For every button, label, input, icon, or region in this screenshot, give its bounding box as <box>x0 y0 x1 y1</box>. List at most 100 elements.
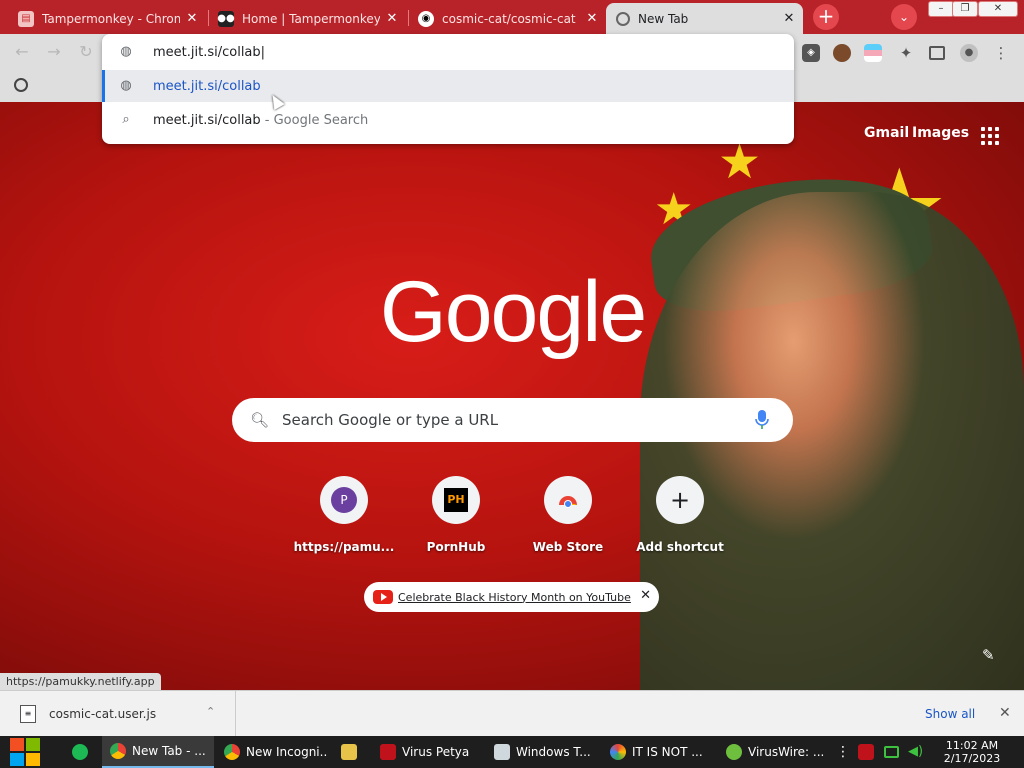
profile-avatar-icon[interactable]: ● <box>960 44 978 62</box>
shortcut-tile[interactable]: Web Store <box>512 476 624 560</box>
tab-title: Tampermonkey - Chrom <box>42 11 180 26</box>
shortcut-icon-container: + <box>656 476 704 524</box>
volume-icon[interactable]: ◀) <box>908 744 924 760</box>
tab-title: Home | Tampermonkey <box>242 11 380 26</box>
letter-p-avatar-icon: P <box>331 487 357 513</box>
globe-icon: ◍ <box>120 78 132 93</box>
search-input[interactable] <box>282 410 742 430</box>
tab-new-tab[interactable]: New Tab ✕ <box>606 3 803 34</box>
shortcut-label: PornHub <box>426 540 486 554</box>
microphone-icon[interactable] <box>754 409 770 431</box>
taskbar-item[interactable]: Virus Petya <box>372 736 482 768</box>
ntp-search-box[interactable]: 🔍︎ <box>232 398 793 442</box>
omnibox-input-row[interactable]: ◍ meet.jit.si/collab| <box>102 36 794 68</box>
download-bar-close-icon[interactable]: ✕ <box>999 705 1011 721</box>
kebab-menu-icon[interactable]: ⋮ <box>992 44 1010 62</box>
extension-avatar-icon[interactable] <box>833 44 851 62</box>
tab-title: cosmic-cat/cosmic-cat <box>442 11 576 26</box>
taskbar-item[interactable]: IT IS NOT ... <box>602 736 714 768</box>
flag-extension-icon[interactable] <box>864 44 882 62</box>
browser-icon <box>610 744 626 760</box>
customize-pencil-icon[interactable]: ✎ <box>982 646 1002 666</box>
script-file-icon: ≡ <box>20 705 36 723</box>
tampermonkey-store-icon: ▤ <box>18 10 34 27</box>
reload-icon[interactable]: ↻ <box>76 42 96 62</box>
bookmark-icon <box>14 78 28 92</box>
omnibox-suggestion[interactable]: ◍ meet.jit.si/collab <box>102 70 794 102</box>
download-item[interactable]: ≡ cosmic-cat.user.js ⌃ <box>0 691 236 737</box>
file-explorer-icon <box>341 744 357 760</box>
maximize-button[interactable]: ❐ <box>952 1 978 17</box>
shortcut-icon-container: P <box>320 476 368 524</box>
tab-close-icon[interactable]: ✕ <box>184 11 200 26</box>
ph-site-icon: PH <box>444 488 468 512</box>
windows-terminal-icon <box>494 744 510 760</box>
taskbar-label: New Tab - ... <box>132 744 206 758</box>
ublock-shield-icon[interactable]: ◈ <box>802 44 820 62</box>
chrome-icon <box>224 744 240 760</box>
minimize-button[interactable]: – <box>928 1 954 17</box>
images-link[interactable]: Images <box>912 125 969 141</box>
taskbar-item[interactable]: New Incogni... <box>216 736 328 768</box>
taskbar-item[interactable]: Windows T... <box>486 736 598 768</box>
gmail-link[interactable]: Gmail <box>864 125 909 141</box>
taskbar-label: Virus Petya <box>402 745 470 759</box>
tab-close-icon[interactable]: ✕ <box>384 11 400 26</box>
start-button[interactable] <box>10 738 42 766</box>
back-arrow-icon[interactable]: ← <box>12 42 32 62</box>
web-store-icon <box>559 496 577 508</box>
shortcut-tile[interactable]: P https://pamu... <box>288 476 400 560</box>
show-all-button[interactable]: Show all <box>925 707 975 721</box>
windows-taskbar: New Tab - ... New Incogni... Virus Petya… <box>0 736 1024 768</box>
github-icon: ◉ <box>418 10 434 27</box>
spotify-icon[interactable] <box>72 744 88 760</box>
suggestion-text: meet.jit.si/collab <box>153 78 261 94</box>
close-window-button[interactable]: ✕ <box>978 1 1018 17</box>
taskbar-item[interactable] <box>333 736 369 768</box>
star-shape: ★ <box>718 134 762 190</box>
title-bar: ▤ Tampermonkey - Chrom ✕ ●● Home | Tampe… <box>0 0 1024 34</box>
apps-grid-icon[interactable] <box>981 127 999 145</box>
tab-search-button[interactable]: ⌄ <box>891 4 917 30</box>
globe-app-icon <box>726 744 742 760</box>
puzzle-extensions-icon[interactable]: ✦ <box>897 44 915 62</box>
taskbar-label: New Incogni... <box>246 745 328 759</box>
new-tab-button[interactable]: + <box>813 4 839 30</box>
bookmark-item[interactable] <box>14 78 34 92</box>
tab-close-icon[interactable]: ✕ <box>584 11 600 26</box>
skull-app-icon <box>380 744 396 760</box>
shortcut-label: Web Store <box>532 540 604 554</box>
add-shortcut-button[interactable]: + Add shortcut <box>624 476 736 560</box>
clock-time: 11:02 AM <box>945 739 999 752</box>
omnibox-dropdown: ◍ meet.jit.si/collab| ◍ meet.jit.si/coll… <box>102 34 794 144</box>
forward-arrow-icon[interactable]: → <box>44 42 64 62</box>
suggestion-text: meet.jit.si/collab - Google Search <box>153 113 368 128</box>
system-clock[interactable]: 11:02 AM 2/17/2023 <box>930 739 1014 765</box>
chevron-up-icon[interactable]: ⌃ <box>206 705 215 718</box>
promo-close-icon[interactable]: ✕ <box>640 588 651 603</box>
taskbar-label: IT IS NOT ... <box>632 745 703 759</box>
omnibox-suggestion[interactable]: ⌕ meet.jit.si/collab - Google Search <box>102 104 794 136</box>
shortcut-icon-container <box>544 476 592 524</box>
promo-link[interactable]: Celebrate Black History Month on YouTube <box>398 591 631 604</box>
tab-close-icon[interactable]: ✕ <box>781 11 797 26</box>
tab-tampermonkey-chrome[interactable]: ▤ Tampermonkey - Chrom ✕ <box>8 3 206 34</box>
taskbar-item[interactable]: New Tab - ... <box>102 736 214 768</box>
tab-cosmic-cat-github[interactable]: ◉ cosmic-cat/cosmic-cat ✕ <box>408 3 606 34</box>
omnibox-input[interactable]: meet.jit.si/collab| <box>153 45 265 60</box>
shortcut-tile[interactable]: PH PornHub <box>400 476 512 560</box>
tab-title: New Tab <box>638 11 689 26</box>
status-url-bubble: https://pamukky.netlify.app <box>0 673 161 690</box>
side-panel-icon[interactable] <box>929 46 945 60</box>
clock-date: 2/17/2023 <box>943 752 1001 765</box>
overflow-dots-icon[interactable]: ⋮ <box>836 744 850 760</box>
network-icon[interactable] <box>884 746 899 758</box>
tray-flag-icon[interactable] <box>858 744 874 760</box>
globe-icon: ◍ <box>120 44 132 59</box>
taskbar-item[interactable]: VirusWire: ... <box>718 736 830 768</box>
download-filename: cosmic-cat.user.js <box>49 707 157 721</box>
plus-icon: + <box>669 486 691 514</box>
search-icon: 🔍︎ <box>250 411 270 429</box>
tab-home-tampermonkey[interactable]: ●● Home | Tampermonkey ✕ <box>208 3 406 34</box>
promo-banner: Celebrate Black History Month on YouTube… <box>364 582 659 612</box>
